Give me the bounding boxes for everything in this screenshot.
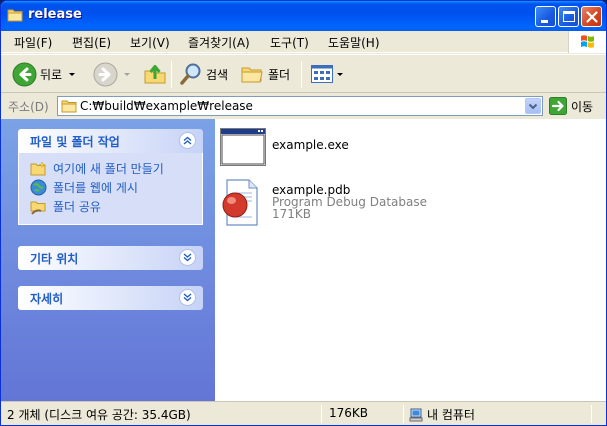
search-button[interactable]: 검색 [179,59,228,89]
collapse-button[interactable] [179,132,196,149]
menu-bar: 파일(F) 편집(E) 보기(V) 즐겨찾기(A) 도구(T) 도움말(H) [1,31,606,53]
windows-logo [568,31,606,53]
panel-title: 자세히 [30,292,64,306]
exe-window-icon [220,128,266,166]
search-icon [180,63,201,85]
address-bar: 주소(D) C:₩build₩example₩release 이동 [1,94,606,118]
forward-dropdown-icon [124,73,130,76]
panel-title: 기타 위치 [30,252,79,266]
expand-button[interactable] [179,249,196,266]
back-dropdown-icon [69,73,76,76]
address-path: C:₩build₩example₩release [80,99,253,113]
details-panel: 자세히 [18,286,203,310]
task-share-folder[interactable]: 폴더 공유 [19,197,202,216]
windows-flag-icon [581,35,594,48]
minimize-icon [541,20,548,23]
task-label: 폴더를 웹에 게시 [53,181,138,195]
file-list[interactable]: example.exe example.pdb Program Debug Da… [215,119,606,401]
menu-file[interactable]: 파일(F) [14,34,52,51]
toolbar-separator [301,61,302,88]
address-input[interactable]: C:₩build₩example₩release [57,96,543,116]
share-folder-icon [30,201,46,215]
close-button[interactable] [581,6,602,27]
chevron-down-icon [183,293,192,302]
go-arrow-icon [549,97,567,115]
task-label: 여기에 새 폴더 만들기 [53,162,164,176]
views-dropdown-icon [337,73,343,76]
back-arrow-icon [12,62,37,86]
forward-arrow-icon [93,62,118,86]
address-dropdown-button[interactable] [525,98,541,114]
status-divider [591,405,592,423]
go-label: 이동 [571,99,594,114]
panel-header[interactable]: 파일 및 폴더 작업 [18,129,203,153]
status-object-count: 2 개체 (디스크 여유 공간: 35.4GB) [7,408,191,422]
status-size: 176KB [329,406,369,420]
close-icon [586,11,598,23]
window-title: release [28,7,82,22]
file-size: 171KB [272,207,312,221]
status-divider [403,405,404,423]
publish-web-icon [30,179,47,196]
task-new-folder[interactable]: 여기에 새 폴더 만들기 [19,159,202,178]
task-pane: 파일 및 폴더 작업 여기에 새 폴더 만들기 폴더를 웹에 게시 폴더 공유 … [1,119,215,401]
panel-header[interactable]: 자세히 [18,286,203,310]
minimize-button[interactable] [535,6,556,27]
folders-icon [241,67,263,83]
address-label: 주소(D) [8,100,49,114]
folders-label: 폴더 [268,67,291,82]
toolbar-separator [171,61,172,88]
go-button[interactable]: 이동 [549,97,593,115]
menu-favorites[interactable]: 즐겨찾기(A) [188,34,250,51]
panel-body: 여기에 새 폴더 만들기 폴더를 웹에 게시 폴더 공유 [18,153,203,225]
chevron-up-icon [183,136,192,145]
up-folder-icon [144,65,166,84]
views-button[interactable] [310,59,345,89]
task-label: 폴더 공유 [53,200,101,214]
back-button[interactable]: 뒤로 [12,59,78,89]
task-publish-web[interactable]: 폴더를 웹에 게시 [19,178,202,197]
my-computer-icon [409,408,423,421]
folder-icon [7,9,23,22]
folders-button[interactable]: 폴더 [239,59,290,89]
folder-icon [61,100,77,113]
panel-header[interactable]: 기타 위치 [18,246,203,270]
file-item[interactable]: example.pdb Program Debug Database 171KB [219,179,449,227]
toolbar: 뒤로 검색 폴더 [1,54,606,93]
file-folder-tasks-panel: 파일 및 폴더 작업 여기에 새 폴더 만들기 폴더를 웹에 게시 폴더 공유 [18,129,203,225]
explorer-window: release 파일(F) 편집(E) 보기(V) 즐겨찾기(A) 도구(T) … [0,0,607,426]
file-item[interactable]: example.exe [219,127,419,167]
menu-view[interactable]: 보기(V) [130,34,170,51]
title-bar[interactable]: release [1,1,606,31]
panel-title: 파일 및 폴더 작업 [30,135,120,149]
maximize-button[interactable] [558,6,579,27]
chevron-down-icon [183,253,192,262]
back-label: 뒤로 [40,67,63,82]
up-folder-button[interactable] [143,59,167,89]
file-name: example.exe [272,138,349,152]
other-places-panel: 기타 위치 [18,246,203,270]
menu-tools[interactable]: 도구(T) [270,34,309,51]
menu-help[interactable]: 도움말(H) [328,34,380,51]
forward-button[interactable] [93,59,133,89]
menu-edit[interactable]: 편집(E) [72,34,111,51]
views-icon [311,65,333,83]
status-bar: 2 개체 (디스크 여유 공간: 35.4GB) 176KB 내 컴퓨터 [1,401,606,425]
status-location-label: 내 컴퓨터 [427,408,475,422]
status-location: 내 컴퓨터 [409,404,475,423]
pdb-file-icon [222,179,258,226]
expand-button[interactable] [179,289,196,306]
chevron-down-icon [528,103,538,110]
new-folder-icon [30,161,46,176]
maximize-icon [563,11,575,22]
status-divider [321,405,322,423]
search-label: 검색 [206,67,229,82]
